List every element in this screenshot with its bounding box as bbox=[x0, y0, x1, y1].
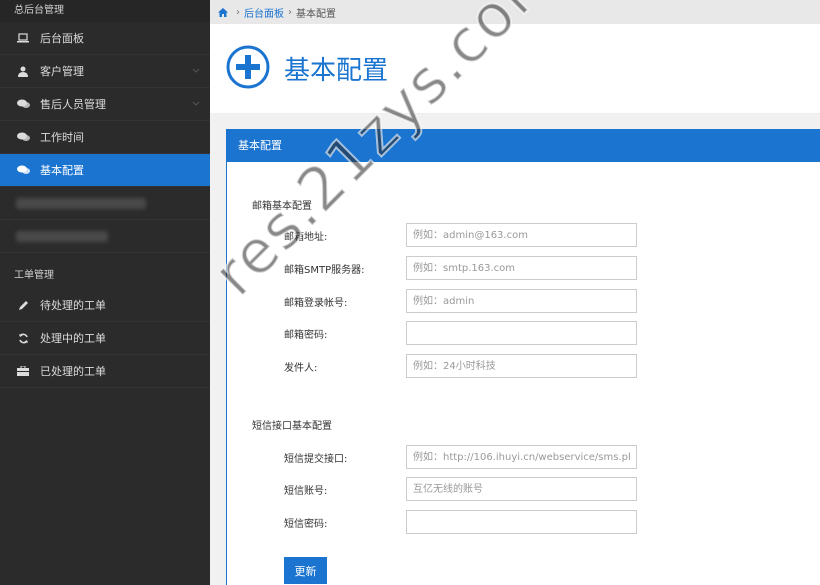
main-content: 基本配置 邮箱基本配置 邮箱地址: 邮箱SMTP服务器: 邮箱登录帐号: 邮箱密… bbox=[210, 114, 820, 585]
email-address-row: 邮箱地址: bbox=[284, 223, 637, 247]
field-label: 邮箱地址: bbox=[284, 231, 328, 243]
page-title: 基本配置 bbox=[284, 56, 389, 86]
field-label: 发件人: bbox=[284, 362, 318, 374]
plus-circle-icon bbox=[226, 45, 270, 92]
user-icon bbox=[16, 64, 30, 78]
sms-api-input[interactable] bbox=[406, 445, 637, 469]
sidebar: 总后台管理 后台面板 客户管理 售后人员管理 工作时间 基本配置 工单管理 待处… bbox=[0, 0, 210, 585]
sidebar-item-label: 客户管理 bbox=[40, 65, 84, 78]
sidebar-item-dashboard[interactable]: 后台面板 bbox=[0, 22, 210, 55]
email-account-row: 邮箱登录帐号: bbox=[284, 289, 637, 313]
page-header: 基本配置 bbox=[210, 24, 820, 114]
sidebar-item-basic-config[interactable]: 基本配置 bbox=[0, 154, 210, 187]
field-label: 邮箱密码: bbox=[284, 329, 328, 341]
sidebar-item-redacted[interactable] bbox=[0, 187, 210, 220]
email-password-row: 邮箱密码: bbox=[284, 321, 637, 345]
field-label: 邮箱SMTP服务器: bbox=[284, 264, 365, 276]
sender-input[interactable] bbox=[406, 354, 637, 378]
sms-account-row: 短信账号: bbox=[284, 477, 637, 501]
sidebar-item-customers[interactable]: 客户管理 bbox=[0, 55, 210, 88]
sms-account-input[interactable] bbox=[406, 477, 637, 501]
sms-password-input[interactable] bbox=[406, 510, 637, 534]
sms-password-row: 短信密码: bbox=[284, 510, 637, 534]
sidebar-item-label: 后台面板 bbox=[40, 32, 84, 45]
laptop-icon bbox=[16, 31, 30, 45]
redacted-text bbox=[16, 197, 146, 209]
sidebar-item-label: 已处理的工单 bbox=[40, 365, 106, 378]
email-account-input[interactable] bbox=[406, 289, 637, 313]
email-address-input[interactable] bbox=[406, 223, 637, 247]
email-password-input[interactable] bbox=[406, 321, 637, 345]
sidebar-item-done-tickets[interactable]: 已处理的工单 bbox=[0, 355, 210, 388]
refresh-icon bbox=[16, 331, 30, 345]
sidebar-item-label: 待处理的工单 bbox=[40, 299, 106, 312]
comments-icon bbox=[16, 97, 30, 111]
update-button[interactable]: 更新 bbox=[284, 557, 327, 584]
breadcrumb-separator: › bbox=[236, 6, 240, 18]
sidebar-item-redacted[interactable] bbox=[0, 220, 210, 253]
sidebar-item-pending-tickets[interactable]: 待处理的工单 bbox=[0, 289, 210, 322]
comments-icon bbox=[16, 163, 30, 177]
breadcrumb-link-dashboard[interactable]: 后台面板 bbox=[244, 5, 284, 20]
field-label: 短信密码: bbox=[284, 518, 328, 530]
email-group-title: 邮箱基本配置 bbox=[252, 201, 312, 212]
field-label: 邮箱登录帐号: bbox=[284, 297, 348, 309]
smtp-server-row: 邮箱SMTP服务器: bbox=[284, 256, 637, 280]
sender-row: 发件人: bbox=[284, 354, 637, 378]
breadcrumb-separator: › bbox=[288, 6, 292, 18]
smtp-server-input[interactable] bbox=[406, 256, 637, 280]
sms-api-row: 短信提交接口: bbox=[284, 445, 637, 469]
sidebar-item-label: 售后人员管理 bbox=[40, 98, 106, 111]
field-label: 短信提交接口: bbox=[284, 453, 348, 465]
chevron-down-icon bbox=[192, 101, 200, 106]
field-label: 短信账号: bbox=[284, 485, 328, 497]
chevron-down-icon bbox=[192, 68, 200, 73]
panel-title: 基本配置 bbox=[227, 130, 820, 162]
breadcrumb-current: 基本配置 bbox=[296, 8, 336, 20]
sidebar-item-aftersales[interactable]: 售后人员管理 bbox=[0, 88, 210, 121]
sidebar-item-label: 基本配置 bbox=[40, 164, 84, 177]
sidebar-section-title: 总后台管理 bbox=[0, 0, 210, 22]
sms-group-title: 短信接口基本配置 bbox=[252, 421, 332, 432]
comments-icon bbox=[16, 130, 30, 144]
briefcase-icon bbox=[16, 364, 30, 378]
sidebar-item-label: 处理中的工单 bbox=[40, 332, 106, 345]
sidebar-item-worktime[interactable]: 工作时间 bbox=[0, 121, 210, 154]
breadcrumb: › 后台面板 › 基本配置 bbox=[210, 0, 820, 24]
redacted-text bbox=[16, 230, 108, 242]
pencil-icon bbox=[16, 298, 30, 312]
sidebar-section-title: 工单管理 bbox=[14, 270, 54, 281]
config-panel: 基本配置 邮箱基本配置 邮箱地址: 邮箱SMTP服务器: 邮箱登录帐号: 邮箱密… bbox=[226, 129, 820, 585]
home-icon[interactable] bbox=[218, 7, 228, 17]
sidebar-item-label: 工作时间 bbox=[40, 131, 84, 144]
sidebar-item-processing-tickets[interactable]: 处理中的工单 bbox=[0, 322, 210, 355]
